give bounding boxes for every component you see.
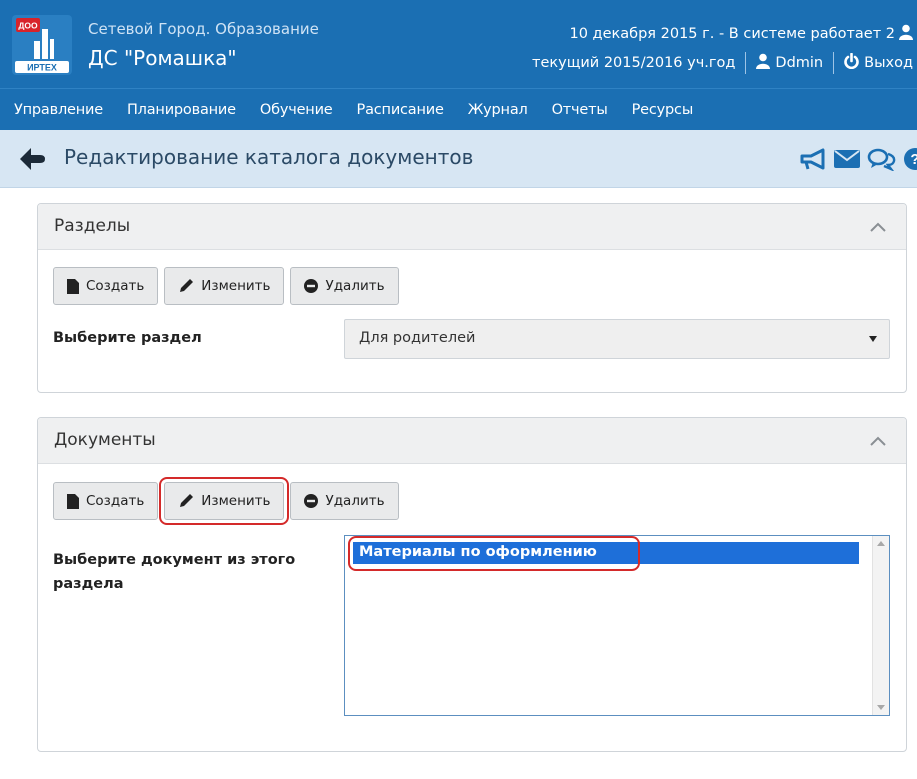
chevron-up-icon[interactable] bbox=[868, 432, 888, 450]
document-delete-label: Удалить bbox=[325, 493, 385, 509]
pencil-icon bbox=[178, 493, 194, 509]
section-edit-label: Изменить bbox=[201, 278, 271, 294]
school-year[interactable]: текущий 2015/2016 уч.год bbox=[532, 55, 735, 71]
section-select[interactable]: Для родителей bbox=[344, 319, 890, 359]
document-listbox[interactable]: Материалы по оформлению bbox=[344, 535, 890, 716]
documents-toolbar: Создать Изменить Удалить bbox=[53, 477, 399, 525]
logout-label: Выход bbox=[864, 55, 913, 71]
section-delete-label: Удалить bbox=[325, 278, 385, 294]
app-logo[interactable]: ДОО ИРТЕХ bbox=[12, 15, 72, 75]
scroll-up-icon[interactable] bbox=[877, 541, 885, 546]
list-item[interactable]: Материалы по оформлению bbox=[353, 542, 859, 564]
user-link[interactable]: Ddmin bbox=[756, 53, 823, 73]
logo-brand-text: ИРТЕХ bbox=[27, 63, 57, 73]
nav-item-management[interactable]: Управление bbox=[14, 102, 103, 118]
help-icon[interactable]: ? bbox=[903, 147, 917, 175]
date-status-text: 10 декабря 2015 г. - В системе работает … bbox=[569, 26, 895, 42]
school-name: ДС "Ромашка" bbox=[88, 46, 237, 70]
section-select-label: Выберите раздел bbox=[53, 330, 202, 346]
documents-panel-header[interactable]: Документы bbox=[38, 418, 906, 464]
nav-item-resources[interactable]: Ресурсы bbox=[632, 102, 694, 118]
sections-panel: Разделы Создать Изменить Удалить Выберит… bbox=[37, 203, 907, 393]
date-status-line: 10 декабря 2015 г. - В системе работает … bbox=[569, 24, 913, 44]
pencil-icon bbox=[178, 278, 194, 294]
document-create-label: Создать bbox=[86, 493, 145, 509]
nav-item-planning[interactable]: Планирование bbox=[127, 102, 236, 118]
document-delete-button[interactable]: Удалить bbox=[290, 482, 399, 520]
logo-badge-text: ДОО bbox=[18, 21, 38, 31]
document-create-button[interactable]: Создать bbox=[53, 482, 159, 520]
divider bbox=[745, 52, 747, 74]
sections-panel-title: Разделы bbox=[54, 216, 131, 236]
section-select-value: Для родителей bbox=[359, 330, 476, 346]
power-icon bbox=[844, 53, 859, 73]
document-select-label: Выберите документ из этого раздела bbox=[53, 552, 296, 592]
documents-panel: Документы Создать Изменить Удалить Выбер… bbox=[37, 417, 907, 752]
section-create-button[interactable]: Создать bbox=[53, 267, 159, 305]
app-name: Сетевой Город. Образование bbox=[88, 20, 319, 38]
document-edit-label: Изменить bbox=[201, 493, 271, 509]
user-name: Ddmin bbox=[775, 55, 824, 71]
chevron-up-icon[interactable] bbox=[868, 218, 888, 236]
sections-panel-header[interactable]: Разделы bbox=[38, 204, 906, 250]
document-edit-button[interactable]: Изменить bbox=[159, 477, 290, 525]
file-icon bbox=[67, 278, 79, 294]
app-header: ДОО ИРТЕХ Сетевой Город. Образование ДС … bbox=[0, 0, 917, 88]
scroll-down-icon[interactable] bbox=[877, 705, 885, 710]
section-edit-button[interactable]: Изменить bbox=[164, 267, 285, 305]
svg-text:?: ? bbox=[910, 151, 917, 168]
nav-item-journal[interactable]: Журнал bbox=[468, 102, 528, 118]
logout-link[interactable]: Выход bbox=[844, 53, 913, 73]
title-actions: ? bbox=[799, 147, 917, 175]
online-users-icon[interactable] bbox=[899, 24, 913, 44]
section-create-label: Создать bbox=[86, 278, 145, 294]
divider bbox=[833, 52, 835, 74]
back-arrow-icon[interactable] bbox=[20, 147, 46, 171]
scrollbar[interactable] bbox=[872, 536, 889, 715]
minus-circle-icon bbox=[304, 494, 319, 508]
nav-item-learning[interactable]: Обучение bbox=[260, 102, 333, 118]
chat-icon[interactable] bbox=[867, 147, 897, 175]
year-user-line: текущий 2015/2016 уч.год Ddmin Выход bbox=[532, 52, 913, 74]
envelope-icon[interactable] bbox=[833, 148, 861, 174]
main-nav: Управление Планирование Обучение Расписа… bbox=[0, 88, 917, 130]
nav-item-schedule[interactable]: Расписание bbox=[357, 102, 444, 118]
user-icon bbox=[756, 53, 771, 73]
file-icon bbox=[67, 493, 79, 509]
megaphone-icon[interactable] bbox=[799, 147, 827, 175]
documents-panel-title: Документы bbox=[54, 430, 156, 450]
section-delete-button[interactable]: Удалить bbox=[290, 267, 399, 305]
page-titlebar: Редактирование каталога документов ? bbox=[0, 130, 917, 188]
page-title: Редактирование каталога документов bbox=[64, 145, 474, 169]
sections-toolbar: Создать Изменить Удалить bbox=[53, 267, 399, 305]
nav-item-reports[interactable]: Отчеты bbox=[552, 102, 608, 118]
caret-down-icon bbox=[869, 336, 877, 342]
minus-circle-icon bbox=[304, 279, 319, 293]
